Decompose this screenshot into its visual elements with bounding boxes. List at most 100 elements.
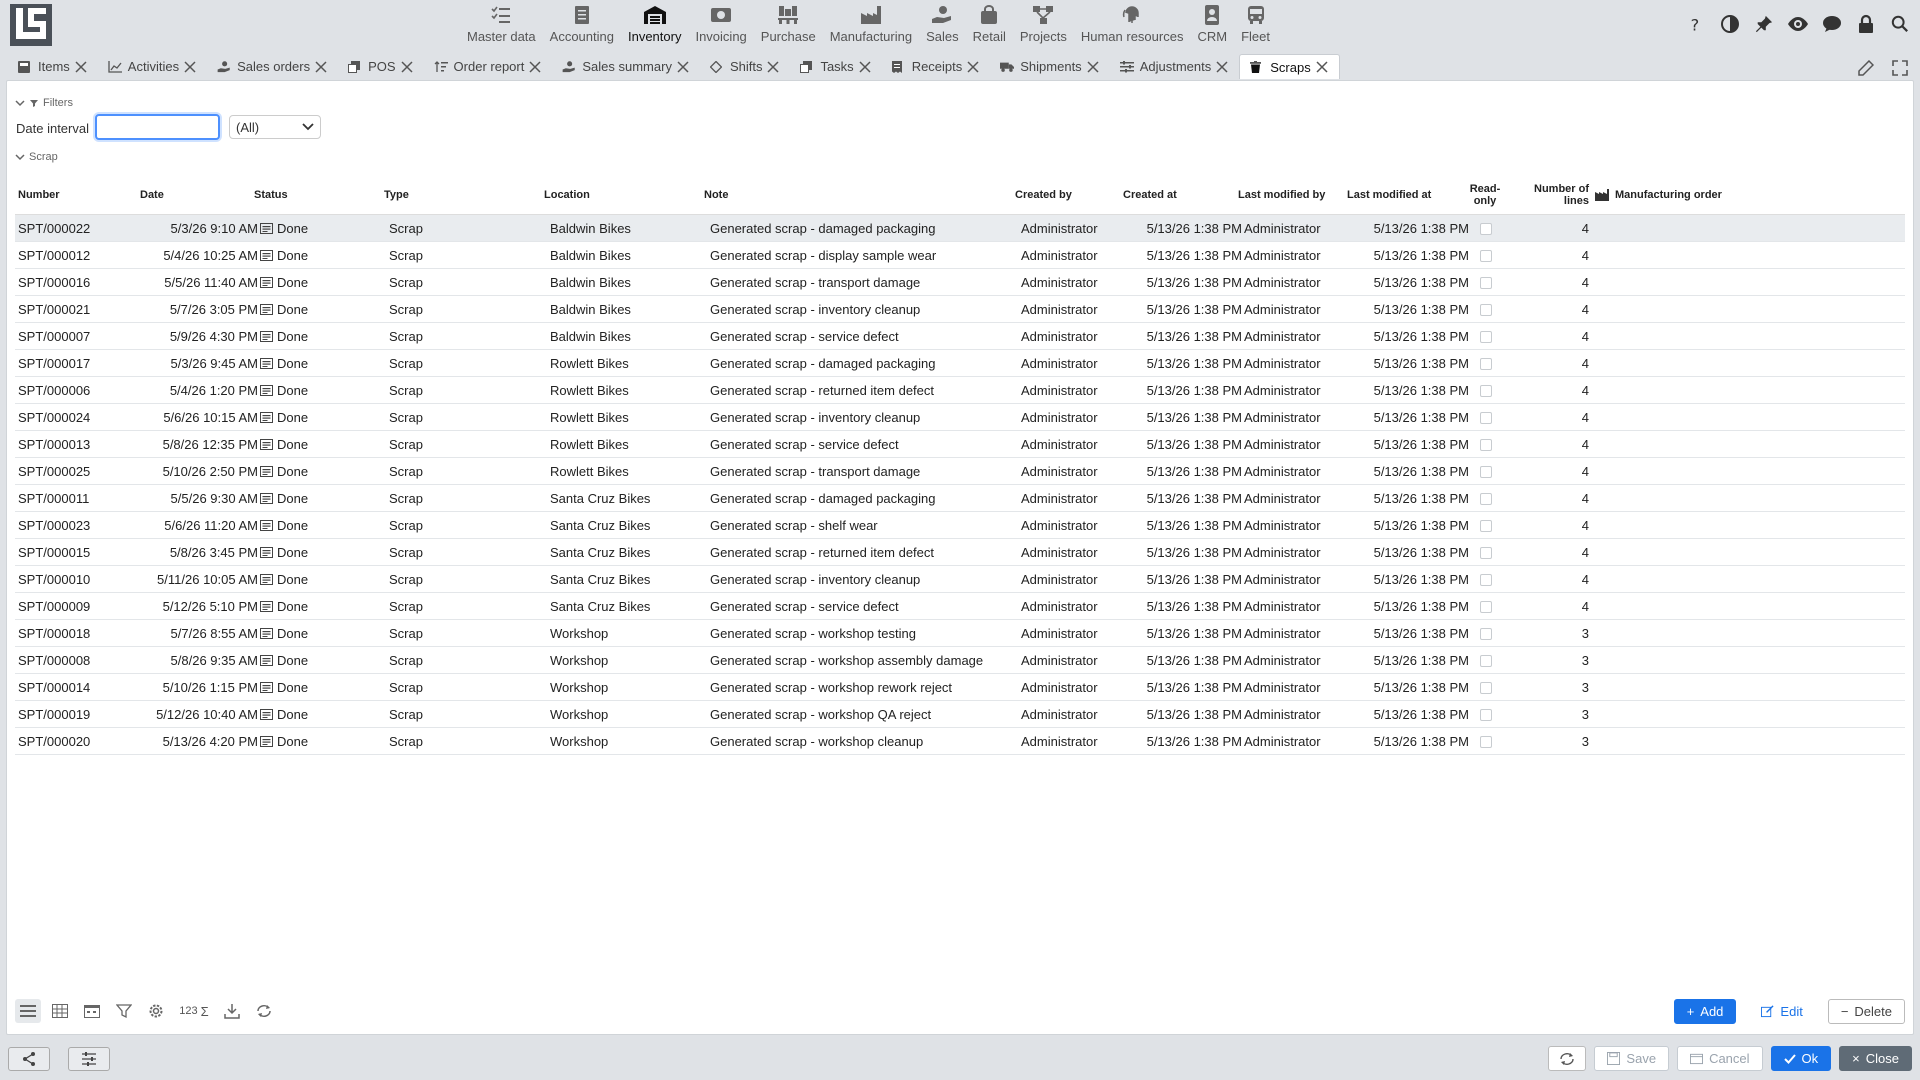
tab-sales-summary[interactable]: Sales summary [552,54,700,79]
table-row[interactable]: SPT/000025 5/10/26 2:50 PM Done Scrap Rowlet… [15,458,1905,485]
close-icon[interactable] [966,60,980,74]
table-row[interactable]: SPT/000011 5/5/26 9:30 AM Done Scrap Santa C… [15,485,1905,512]
fullscreen-icon[interactable] [1888,56,1912,80]
table-row[interactable]: SPT/000013 5/8/26 12:35 PM Done Scrap Rowlet… [15,431,1905,458]
read-only-checkbox[interactable] [1480,303,1492,316]
download-icon[interactable] [219,999,245,1023]
tab-order-report[interactable]: Order report [424,54,553,79]
read-only-checkbox[interactable] [1480,519,1492,532]
tab-shifts[interactable]: Shifts [700,54,791,79]
chat-icon[interactable] [1820,12,1844,36]
edit-button[interactable]: Edit [1748,999,1815,1024]
calendar-view-icon[interactable] [79,999,105,1023]
column-note[interactable]: Note [704,175,824,215]
module-retail[interactable]: Retail [966,0,1013,50]
module-projects[interactable]: Projects [1013,0,1074,50]
pin-icon[interactable] [1752,12,1776,36]
close-icon[interactable] [1315,60,1329,74]
column-number[interactable]: Number [18,175,118,215]
module-master-data[interactable]: Master data [460,0,543,50]
tab-scraps[interactable]: Scraps [1239,54,1340,79]
read-only-checkbox[interactable] [1480,627,1492,640]
app-logo[interactable] [10,4,52,46]
tab-sales-orders[interactable]: Sales orders [207,54,338,79]
close-icon[interactable] [74,60,88,74]
table-row[interactable]: SPT/000022 5/3/26 9:10 AM Done Scrap Baldwin… [15,215,1905,242]
module-purchase[interactable]: Purchase [754,0,823,50]
close-icon[interactable] [858,60,872,74]
tab-pos[interactable]: POS [338,54,423,79]
read-only-checkbox[interactable] [1480,681,1492,694]
read-only-checkbox[interactable] [1480,330,1492,343]
read-only-checkbox[interactable] [1480,249,1492,262]
module-accounting[interactable]: Accounting [543,0,621,50]
ok-button[interactable]: Ok [1770,1046,1832,1071]
read-only-checkbox[interactable] [1480,573,1492,586]
column-location[interactable]: Location [544,175,664,215]
column-type[interactable]: Type [384,175,484,215]
column-last-modified-at[interactable]: Last modified at [1347,175,1457,215]
table-row[interactable]: SPT/000018 5/7/26 8:55 AM Done Scrap Worksho… [15,620,1905,647]
module-human-resources[interactable]: Human resources [1074,0,1191,50]
column-created-by[interactable]: Created by [1015,175,1115,215]
table-row[interactable]: SPT/000006 5/4/26 1:20 PM Done Scrap Rowlett… [15,377,1905,404]
column-created-at[interactable]: Created at [1123,175,1223,215]
date-interval-select[interactable]: (All) [229,115,321,139]
close-icon[interactable] [183,60,197,74]
column-read-only[interactable]: Read- only [1460,175,1510,215]
tab-items[interactable]: Items [8,54,98,79]
tab-receipts[interactable]: Receipts [882,54,991,79]
module-fleet[interactable]: Fleet [1234,0,1277,50]
column-last-modified-by[interactable]: Last modified by [1238,175,1348,215]
table-row[interactable]: SPT/000019 5/12/26 10:40 AM Done Scrap Works… [15,701,1905,728]
column-status[interactable]: Status [254,175,354,215]
settings-gear-icon[interactable] [143,999,169,1023]
read-only-checkbox[interactable] [1480,438,1492,451]
close-icon[interactable] [766,60,780,74]
read-only-checkbox[interactable] [1480,465,1492,478]
table-row[interactable]: SPT/000008 5/8/26 9:35 AM Done Scrap Worksho… [15,647,1905,674]
module-inventory[interactable]: Inventory [621,0,688,50]
table-row[interactable]: SPT/000009 5/12/26 5:10 PM Done Scrap Santa … [15,593,1905,620]
module-invoicing[interactable]: Invoicing [688,0,753,50]
read-only-checkbox[interactable] [1480,411,1492,424]
module-crm[interactable]: CRM [1190,0,1234,50]
close-button[interactable]: × Close [1839,1046,1912,1071]
read-only-checkbox[interactable] [1480,492,1492,505]
tab-adjustments[interactable]: Adjustments [1110,54,1240,79]
add-button[interactable]: + Add [1673,999,1737,1024]
close-icon[interactable] [528,60,542,74]
table-row[interactable]: SPT/000016 5/5/26 11:40 AM Done Scrap Baldwi… [15,269,1905,296]
read-only-checkbox[interactable] [1480,357,1492,370]
scrap-section-toggle[interactable]: Scrap [15,151,58,163]
table-row[interactable]: SPT/000024 5/6/26 10:15 AM Done Scrap Rowlet… [15,404,1905,431]
tab-tasks[interactable]: Tasks [790,54,881,79]
tab-shipments[interactable]: Shipments [990,54,1109,79]
table-row[interactable]: SPT/000012 5/4/26 10:25 AM Done Scrap Baldwi… [15,242,1905,269]
cancel-button[interactable]: Cancel [1677,1046,1763,1071]
save-button[interactable]: Save [1594,1046,1670,1071]
close-icon[interactable] [1086,60,1100,74]
table-row[interactable]: SPT/000023 5/6/26 11:20 AM Done Scrap Santa … [15,512,1905,539]
refresh-icon[interactable] [251,999,277,1023]
table-row[interactable]: SPT/000014 5/10/26 1:15 PM Done Scrap Worksh… [15,674,1905,701]
sliders-icon[interactable] [68,1047,110,1071]
column-number-of-lines[interactable]: Number of lines [1515,175,1589,215]
column-manufacturing-order[interactable]: Manufacturing order [1595,175,1755,215]
close-icon[interactable] [1215,60,1229,74]
search-icon[interactable] [1888,12,1912,36]
theme-contrast-icon[interactable] [1718,12,1742,36]
table-row[interactable]: SPT/000021 5/7/26 3:05 PM Done Scrap Baldwin… [15,296,1905,323]
table-row[interactable]: SPT/000010 5/11/26 10:05 AM Done Scrap Santa… [15,566,1905,593]
read-only-checkbox[interactable] [1480,384,1492,397]
table-row[interactable]: SPT/000007 5/9/26 4:30 PM Done Scrap Baldwin… [15,323,1905,350]
read-only-checkbox[interactable] [1480,600,1492,613]
edit-pencil-icon[interactable] [1854,56,1878,80]
read-only-checkbox[interactable] [1480,546,1492,559]
date-interval-input[interactable] [95,114,220,140]
filters-section-toggle[interactable]: Filters [15,97,73,109]
close-icon[interactable] [676,60,690,74]
module-manufacturing[interactable]: Manufacturing [823,0,919,50]
lock-icon[interactable] [1854,12,1878,36]
read-only-checkbox[interactable] [1480,735,1492,748]
